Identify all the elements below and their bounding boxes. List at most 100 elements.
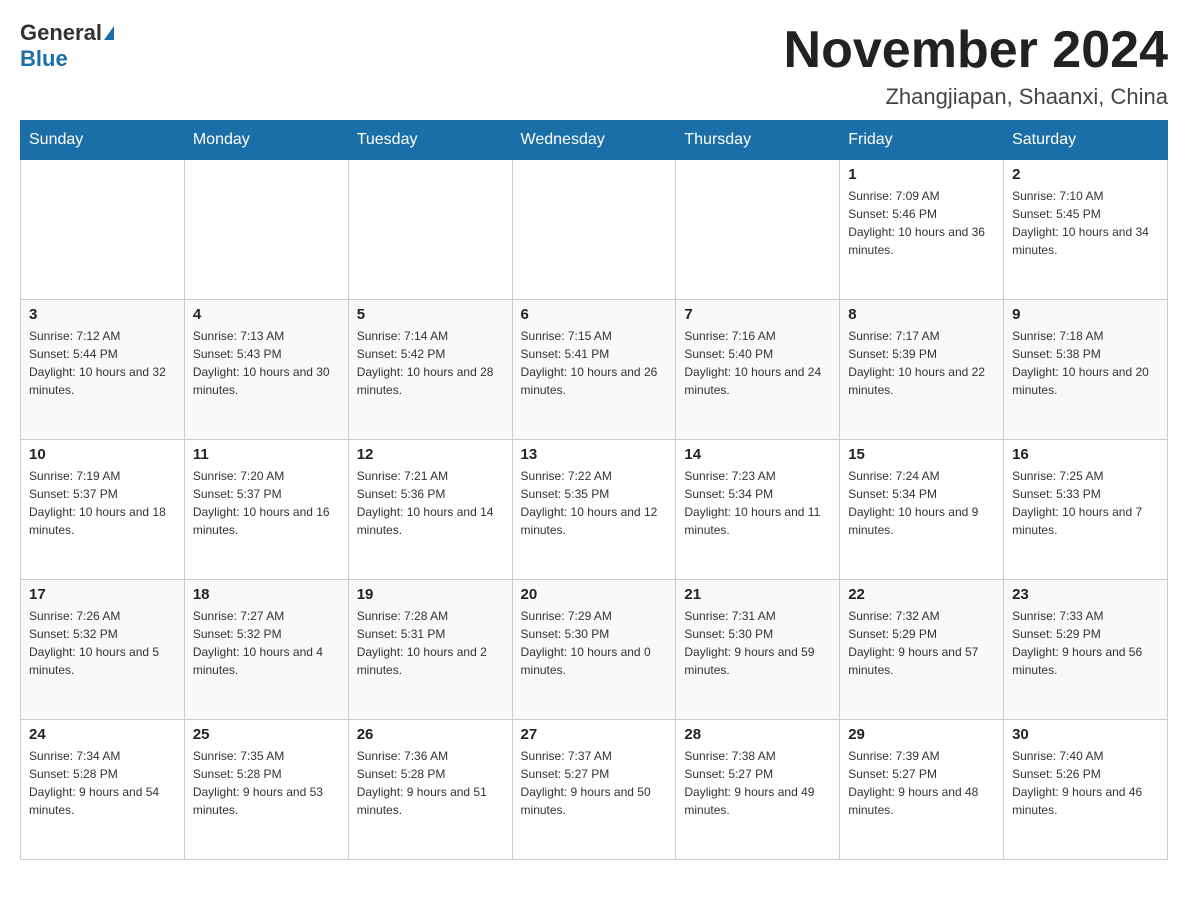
day-header-monday: Monday [184, 121, 348, 160]
day-number: 11 [193, 446, 340, 463]
month-title: November 2024 [784, 20, 1168, 80]
calendar-cell: 10Sunrise: 7:19 AM Sunset: 5:37 PM Dayli… [21, 440, 185, 580]
day-info: Sunrise: 7:12 AM Sunset: 5:44 PM Dayligh… [29, 327, 176, 399]
calendar-cell: 12Sunrise: 7:21 AM Sunset: 5:36 PM Dayli… [348, 440, 512, 580]
logo-blue-text: Blue [20, 46, 68, 72]
calendar-cell: 6 Sunrise: 7:15 AM Sunset: 5:41 PM Daylig… [512, 300, 676, 440]
day-info: Sunrise: 7:15 AM Sunset: 5:41 PM Dayligh… [521, 327, 668, 399]
day-header-saturday: Saturday [1004, 121, 1168, 160]
day-info: Sunrise: 7:38 AM Sunset: 5:27 PM Dayligh… [684, 747, 831, 819]
calendar-cell [676, 160, 840, 300]
calendar-cell: 25 Sunrise: 7:35 AM Sunset: 5:28 PM Dayli… [184, 720, 348, 860]
calendar-cell: 28Sunrise: 7:38 AM Sunset: 5:27 PM Dayli… [676, 720, 840, 860]
day-info: Sunrise: 7:39 AM Sunset: 5:27 PM Dayligh… [848, 747, 995, 819]
calendar-week-row: 1Sunrise: 7:09 AM Sunset: 5:46 PM Daylig… [21, 160, 1168, 300]
day-info: Sunrise: 7:28 AM Sunset: 5:31 PM Dayligh… [357, 607, 504, 679]
day-number: 18 [193, 586, 340, 603]
day-info: Sunrise: 7:21 AM Sunset: 5:36 PM Dayligh… [357, 467, 504, 539]
day-number: 6 [521, 306, 668, 323]
day-number: 5 [357, 306, 504, 323]
calendar-week-row: 3 Sunrise: 7:12 AM Sunset: 5:44 PM Daylig… [21, 300, 1168, 440]
day-info: Sunrise: 7:25 AM Sunset: 5:33 PM Dayligh… [1012, 467, 1159, 539]
day-number: 25 [193, 726, 340, 743]
day-info: Sunrise: 7:18 AM Sunset: 5:38 PM Dayligh… [1012, 327, 1159, 399]
day-header-friday: Friday [840, 121, 1004, 160]
calendar-cell: 27 Sunrise: 7:37 AM Sunset: 5:27 PM Dayli… [512, 720, 676, 860]
day-number: 14 [684, 446, 831, 463]
logo: General Blue [20, 20, 114, 72]
calendar-cell: 22 Sunrise: 7:32 AM Sunset: 5:29 PM Dayli… [840, 580, 1004, 720]
day-info: Sunrise: 7:37 AM Sunset: 5:27 PM Dayligh… [521, 747, 668, 819]
logo-triangle-icon [104, 26, 114, 40]
calendar-week-row: 17Sunrise: 7:26 AM Sunset: 5:32 PM Dayli… [21, 580, 1168, 720]
calendar-cell: 4 Sunrise: 7:13 AM Sunset: 5:43 PM Daylig… [184, 300, 348, 440]
day-info: Sunrise: 7:24 AM Sunset: 5:34 PM Dayligh… [848, 467, 995, 539]
day-info: Sunrise: 7:29 AM Sunset: 5:30 PM Dayligh… [521, 607, 668, 679]
calendar-cell: 18 Sunrise: 7:27 AM Sunset: 5:32 PM Dayli… [184, 580, 348, 720]
day-info: Sunrise: 7:32 AM Sunset: 5:29 PM Dayligh… [848, 607, 995, 679]
calendar-header-row: SundayMondayTuesdayWednesdayThursdayFrid… [21, 121, 1168, 160]
day-info: Sunrise: 7:40 AM Sunset: 5:26 PM Dayligh… [1012, 747, 1159, 819]
day-number: 23 [1012, 586, 1159, 603]
location: Zhangjiapan, Shaanxi, China [784, 84, 1168, 110]
calendar-cell: 21 Sunrise: 7:31 AM Sunset: 5:30 PM Dayli… [676, 580, 840, 720]
day-number: 29 [848, 726, 995, 743]
day-number: 9 [1012, 306, 1159, 323]
day-info: Sunrise: 7:13 AM Sunset: 5:43 PM Dayligh… [193, 327, 340, 399]
day-number: 2 [1012, 166, 1159, 183]
day-info: Sunrise: 7:33 AM Sunset: 5:29 PM Dayligh… [1012, 607, 1159, 679]
day-info: Sunrise: 7:22 AM Sunset: 5:35 PM Dayligh… [521, 467, 668, 539]
calendar-cell: 17Sunrise: 7:26 AM Sunset: 5:32 PM Dayli… [21, 580, 185, 720]
day-number: 26 [357, 726, 504, 743]
page-header: General Blue November 2024 Zhangjiapan, … [20, 20, 1168, 110]
calendar-cell [184, 160, 348, 300]
calendar-cell: 11Sunrise: 7:20 AM Sunset: 5:37 PM Dayli… [184, 440, 348, 580]
calendar-cell: 15Sunrise: 7:24 AM Sunset: 5:34 PM Dayli… [840, 440, 1004, 580]
day-info: Sunrise: 7:34 AM Sunset: 5:28 PM Dayligh… [29, 747, 176, 819]
day-info: Sunrise: 7:23 AM Sunset: 5:34 PM Dayligh… [684, 467, 831, 539]
calendar-cell [21, 160, 185, 300]
calendar-cell: 20Sunrise: 7:29 AM Sunset: 5:30 PM Dayli… [512, 580, 676, 720]
day-header-sunday: Sunday [21, 121, 185, 160]
day-number: 13 [521, 446, 668, 463]
day-info: Sunrise: 7:31 AM Sunset: 5:30 PM Dayligh… [684, 607, 831, 679]
calendar-cell: 2 Sunrise: 7:10 AM Sunset: 5:45 PM Daylig… [1004, 160, 1168, 300]
day-number: 1 [848, 166, 995, 183]
calendar-cell: 19 Sunrise: 7:28 AM Sunset: 5:31 PM Dayli… [348, 580, 512, 720]
day-number: 22 [848, 586, 995, 603]
day-number: 30 [1012, 726, 1159, 743]
day-info: Sunrise: 7:17 AM Sunset: 5:39 PM Dayligh… [848, 327, 995, 399]
day-number: 21 [684, 586, 831, 603]
day-number: 8 [848, 306, 995, 323]
calendar-cell [512, 160, 676, 300]
day-info: Sunrise: 7:26 AM Sunset: 5:32 PM Dayligh… [29, 607, 176, 679]
calendar-cell: 3 Sunrise: 7:12 AM Sunset: 5:44 PM Daylig… [21, 300, 185, 440]
day-header-tuesday: Tuesday [348, 121, 512, 160]
day-info: Sunrise: 7:27 AM Sunset: 5:32 PM Dayligh… [193, 607, 340, 679]
day-number: 27 [521, 726, 668, 743]
calendar-cell: 26 Sunrise: 7:36 AM Sunset: 5:28 PM Dayli… [348, 720, 512, 860]
day-info: Sunrise: 7:36 AM Sunset: 5:28 PM Dayligh… [357, 747, 504, 819]
day-info: Sunrise: 7:35 AM Sunset: 5:28 PM Dayligh… [193, 747, 340, 819]
calendar-cell: 7Sunrise: 7:16 AM Sunset: 5:40 PM Daylig… [676, 300, 840, 440]
calendar-cell: 9 Sunrise: 7:18 AM Sunset: 5:38 PM Daylig… [1004, 300, 1168, 440]
day-info: Sunrise: 7:14 AM Sunset: 5:42 PM Dayligh… [357, 327, 504, 399]
calendar-cell: 13 Sunrise: 7:22 AM Sunset: 5:35 PM Dayli… [512, 440, 676, 580]
day-number: 3 [29, 306, 176, 323]
calendar-cell: 16 Sunrise: 7:25 AM Sunset: 5:33 PM Dayli… [1004, 440, 1168, 580]
day-number: 16 [1012, 446, 1159, 463]
calendar-cell: 23 Sunrise: 7:33 AM Sunset: 5:29 PM Dayli… [1004, 580, 1168, 720]
day-number: 24 [29, 726, 176, 743]
calendar-cell: 1Sunrise: 7:09 AM Sunset: 5:46 PM Daylig… [840, 160, 1004, 300]
day-info: Sunrise: 7:16 AM Sunset: 5:40 PM Dayligh… [684, 327, 831, 399]
calendar-cell: 24 Sunrise: 7:34 AM Sunset: 5:28 PM Dayli… [21, 720, 185, 860]
day-header-wednesday: Wednesday [512, 121, 676, 160]
day-number: 19 [357, 586, 504, 603]
title-section: November 2024 Zhangjiapan, Shaanxi, Chin… [784, 20, 1168, 110]
day-info: Sunrise: 7:10 AM Sunset: 5:45 PM Dayligh… [1012, 187, 1159, 259]
calendar-cell [348, 160, 512, 300]
day-number: 4 [193, 306, 340, 323]
calendar-cell: 8 Sunrise: 7:17 AM Sunset: 5:39 PM Daylig… [840, 300, 1004, 440]
calendar-cell: 29 Sunrise: 7:39 AM Sunset: 5:27 PM Dayli… [840, 720, 1004, 860]
calendar-cell: 5 Sunrise: 7:14 AM Sunset: 5:42 PM Daylig… [348, 300, 512, 440]
